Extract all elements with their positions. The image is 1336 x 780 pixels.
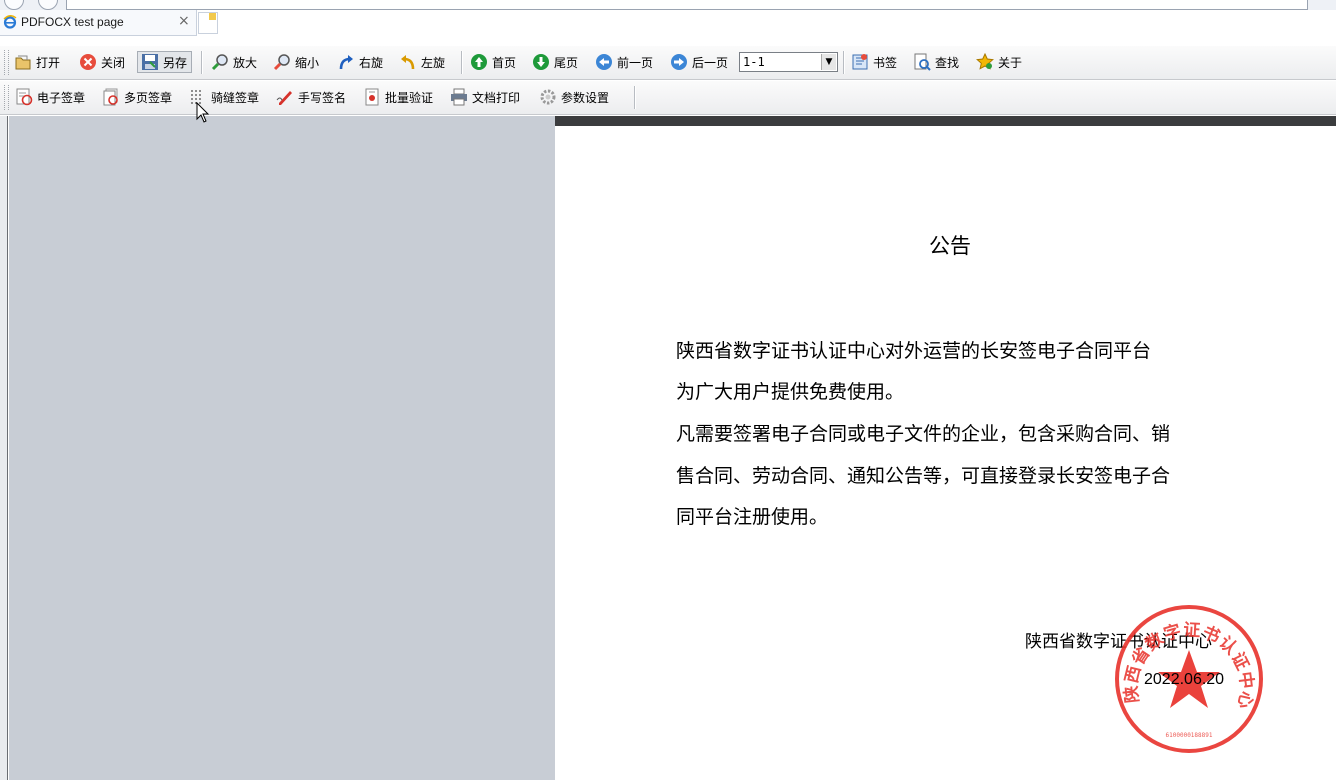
gear-icon bbox=[539, 88, 557, 106]
settings-button[interactable]: 参数设置 bbox=[539, 86, 609, 108]
about-button[interactable]: 关于 bbox=[976, 51, 1022, 73]
e-seal-button[interactable]: 电子签章 bbox=[15, 86, 85, 108]
open-button[interactable]: 打开 bbox=[14, 51, 60, 73]
toolbar-grip[interactable] bbox=[4, 50, 9, 75]
tab-close-icon[interactable]: × bbox=[178, 13, 190, 29]
tab-title: PDFOCX test page bbox=[21, 15, 124, 29]
rotate-left-icon bbox=[399, 53, 417, 71]
seal-code: 6100000188891 bbox=[1166, 732, 1213, 739]
settings-label: 参数设置 bbox=[561, 90, 610, 105]
next-page-label: 后一页 bbox=[692, 55, 729, 70]
bookmark-icon bbox=[851, 53, 869, 71]
zoom-in-button[interactable]: 放大 bbox=[211, 51, 257, 73]
e-seal-label: 电子签章 bbox=[37, 90, 86, 105]
save-icon bbox=[141, 53, 159, 71]
prev-page-label: 前一页 bbox=[617, 55, 654, 70]
seam-seal-label: 骑缝签章 bbox=[211, 90, 260, 105]
zoom-out-label: 缩小 bbox=[295, 55, 320, 70]
chevron-down-icon[interactable]: ▼ bbox=[821, 54, 836, 70]
bookmark-label: 书签 bbox=[873, 55, 898, 70]
rotate-left-button[interactable]: 左旋 bbox=[399, 51, 445, 73]
first-page-button[interactable]: 首页 bbox=[470, 51, 516, 73]
find-label: 查找 bbox=[935, 55, 960, 70]
toolbar-separator bbox=[843, 51, 844, 74]
arrow-right-circle-icon bbox=[670, 53, 688, 71]
find-icon bbox=[913, 53, 931, 71]
arrow-left-circle-icon bbox=[595, 53, 613, 71]
document-line-3: 凡需要签署电子合同或电子文件的企业，包含采购合同、销 bbox=[676, 423, 1171, 445]
open-folder-icon bbox=[14, 53, 32, 71]
document-line-5: 同平台注册使用。 bbox=[676, 506, 829, 528]
next-page-button[interactable]: 后一页 bbox=[670, 51, 728, 73]
print-label: 文档打印 bbox=[472, 90, 521, 105]
page-range-value: 1-1 bbox=[743, 55, 765, 69]
sign-date: 2022.06.20 bbox=[1144, 671, 1225, 688]
toolbar-separator bbox=[634, 86, 635, 109]
batch-verify-icon bbox=[363, 88, 381, 106]
arrow-down-circle-icon bbox=[532, 53, 550, 71]
back-button[interactable] bbox=[4, 0, 24, 10]
pen-icon bbox=[276, 88, 294, 106]
new-tab-button[interactable] bbox=[198, 12, 218, 34]
close-icon bbox=[79, 53, 97, 71]
mouse-cursor-icon bbox=[196, 102, 210, 123]
multi-page-seal-button[interactable]: 多页签章 bbox=[102, 86, 172, 108]
prev-page-button[interactable]: 前一页 bbox=[595, 51, 653, 73]
multi-page-seal-label: 多页签章 bbox=[124, 90, 173, 105]
page-range-select[interactable]: 1-1 ▼ bbox=[739, 52, 838, 72]
close-button[interactable]: 关闭 bbox=[79, 51, 125, 73]
save-as-label: 另存 bbox=[163, 55, 188, 70]
forward-button[interactable] bbox=[38, 0, 58, 10]
viewer-left-border bbox=[0, 116, 8, 780]
about-icon bbox=[976, 53, 994, 71]
handwritten-sign-label: 手写签名 bbox=[298, 90, 347, 105]
handwritten-sign-button[interactable]: 手写签名 bbox=[276, 86, 346, 108]
rotate-right-label: 右旋 bbox=[359, 55, 384, 70]
about-label: 关于 bbox=[998, 55, 1023, 70]
batch-verify-label: 批量验证 bbox=[385, 90, 434, 105]
open-label: 打开 bbox=[36, 55, 61, 70]
rotate-right-icon bbox=[337, 53, 355, 71]
printer-icon bbox=[450, 88, 468, 106]
multi-page-seal-icon bbox=[102, 88, 120, 106]
document-title: 公告 bbox=[929, 234, 971, 258]
e-seal-icon bbox=[15, 88, 33, 106]
toolbar-separator bbox=[201, 51, 202, 74]
page-top-edge bbox=[555, 116, 1336, 126]
close-label: 关闭 bbox=[101, 55, 126, 70]
last-page-button[interactable]: 尾页 bbox=[532, 51, 578, 73]
zoom-out-icon bbox=[273, 53, 291, 71]
toolbar-grip[interactable] bbox=[4, 85, 9, 110]
bookmark-button[interactable]: 书签 bbox=[851, 51, 897, 73]
find-button[interactable]: 查找 bbox=[913, 51, 959, 73]
ie-icon bbox=[3, 15, 17, 29]
zoom-out-button[interactable]: 缩小 bbox=[273, 51, 319, 73]
document-line-4: 售合同、劳动合同、通知公告等，可直接登录长安签电子合 bbox=[676, 465, 1171, 487]
rotate-right-button[interactable]: 右旋 bbox=[337, 51, 383, 73]
rotate-left-label: 左旋 bbox=[421, 55, 446, 70]
tab-bar: PDFOCX test page × bbox=[0, 10, 1336, 36]
viewer-background-pane[interactable] bbox=[9, 116, 555, 780]
tab-pdfocx-test-page[interactable]: PDFOCX test page × bbox=[0, 10, 197, 36]
document-line-1: 陕西省数字证书认证中心对外运营的长安签电子合同平台 bbox=[676, 340, 1152, 362]
last-page-label: 尾页 bbox=[554, 55, 579, 70]
print-button[interactable]: 文档打印 bbox=[450, 86, 520, 108]
document-line-2: 为广大用户提供免费使用。 bbox=[676, 381, 905, 403]
main-toolbar: 打开 关闭 另存 放大 缩小 右旋 左旋 首页 尾页 前一页 后一页 1-1 ▼… bbox=[0, 45, 1336, 80]
address-bar[interactable] bbox=[66, 0, 1308, 10]
zoom-in-icon bbox=[211, 53, 229, 71]
first-page-label: 首页 bbox=[492, 55, 517, 70]
toolbar-separator bbox=[461, 51, 462, 74]
arrow-up-circle-icon bbox=[470, 53, 488, 71]
zoom-in-label: 放大 bbox=[233, 55, 258, 70]
save-as-button[interactable]: 另存 bbox=[137, 51, 193, 73]
batch-verify-button[interactable]: 批量验证 bbox=[363, 86, 433, 108]
